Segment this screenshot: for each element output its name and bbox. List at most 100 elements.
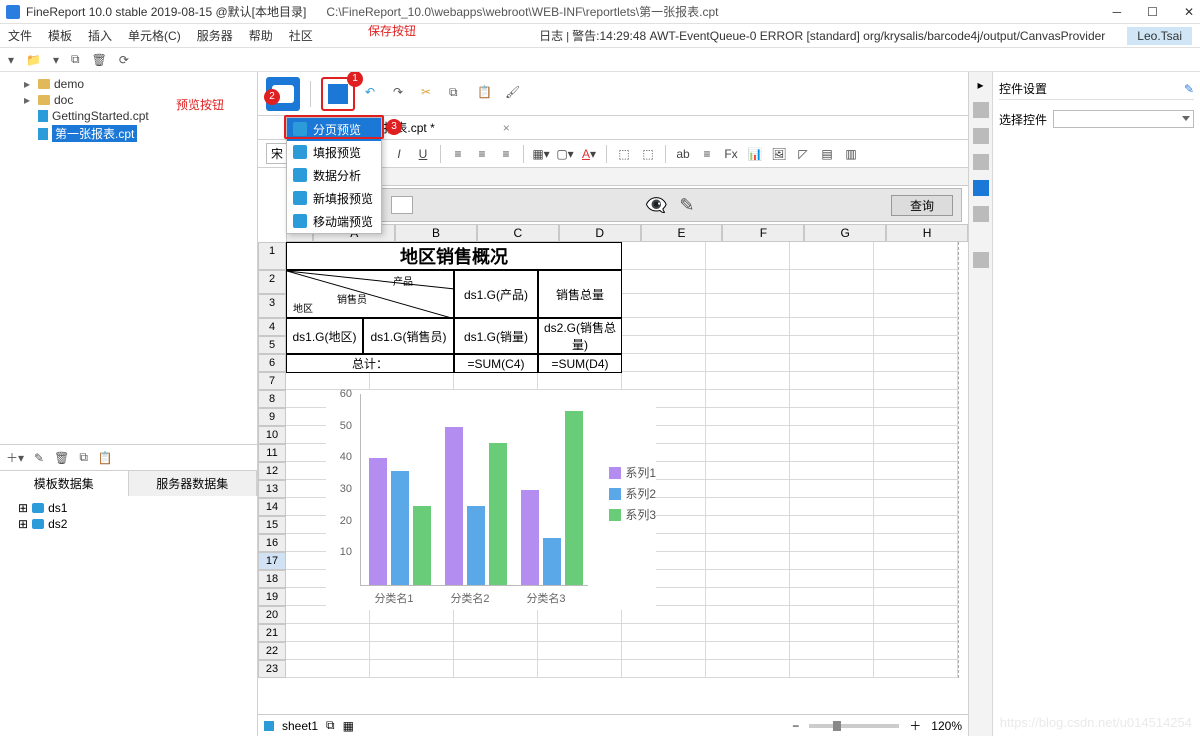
refresh-icon[interactable]: ⟳ (119, 53, 129, 67)
insert-widget-icon[interactable]: ▥ (842, 145, 860, 163)
insert-formula-icon[interactable]: ≡ (698, 145, 716, 163)
dataset-item[interactable]: ⊞ds2 (6, 516, 251, 532)
add-dataset-icon[interactable]: ＋▾ (6, 449, 24, 466)
menu-server[interactable]: 服务器 (197, 27, 233, 44)
menu-file[interactable]: 文件 (8, 27, 32, 44)
delete-icon[interactable]: 🗑 (92, 53, 107, 67)
tree-node-demo[interactable]: ▸demo (6, 76, 251, 92)
row-header[interactable]: 19 (258, 588, 286, 606)
cells-area[interactable]: 地区销售概况 产品 销售员 地区 ds1.G(产品) 销售总量 (286, 242, 958, 678)
row-header[interactable]: 21 (258, 624, 286, 642)
row-header[interactable]: 11 (258, 444, 286, 462)
italic-icon[interactable]: I (390, 145, 408, 163)
embedded-chart[interactable]: 102030405060 系列1系列2系列3 分类名1分类名2分类名3 (326, 390, 656, 610)
menu-cell[interactable]: 单元格(C) (128, 27, 181, 44)
preview-option-mobile[interactable]: 移动端预览 (287, 210, 381, 233)
tree-node-report1[interactable]: 第一张报表.cpt (6, 124, 251, 143)
col-F[interactable]: F (722, 224, 804, 242)
row-header[interactable]: 9 (258, 408, 286, 426)
spreadsheet-grid[interactable]: A B C D E F G H 123456789101112131415161… (258, 224, 968, 736)
paste-toolbar-icon[interactable]: 📋 (477, 85, 495, 103)
insert-slope-icon[interactable]: ◸ (794, 145, 812, 163)
col-H[interactable]: H (886, 224, 968, 242)
edit-param-icon[interactable]: ✎ (679, 195, 694, 216)
row-header[interactable]: 5 (258, 336, 286, 354)
col-D[interactable]: D (559, 224, 641, 242)
menu-template[interactable]: 模板 (48, 27, 72, 44)
align-center-icon[interactable]: ≡ (473, 145, 491, 163)
save-small-icon[interactable]: ▾ (53, 53, 59, 67)
tab-server-dataset[interactable]: 服务器数据集 (129, 471, 258, 496)
row-header[interactable]: 2 (258, 270, 286, 294)
col-C[interactable]: C (477, 224, 559, 242)
sheet-opts-icon[interactable]: ⧉ (326, 718, 335, 733)
row-header[interactable]: 16 (258, 534, 286, 552)
copy-dataset-icon[interactable]: ⧉ (79, 450, 88, 465)
row-header[interactable]: 12 (258, 462, 286, 480)
preview-option-analysis[interactable]: 数据分析 (287, 164, 381, 187)
menu-insert[interactable]: 插入 (88, 27, 112, 44)
copy-toolbar-icon[interactable]: ⧉ (449, 85, 467, 103)
close-button[interactable]: ✕ (1184, 5, 1194, 19)
row-header[interactable]: 13 (258, 480, 286, 498)
insert-richtext-icon[interactable]: Fx (722, 145, 740, 163)
row-header[interactable]: 8 (258, 390, 286, 408)
query-button[interactable]: 查询 (891, 195, 953, 216)
tab-template-dataset[interactable]: 模板数据集 (0, 471, 129, 496)
row-header[interactable]: 7 (258, 372, 286, 390)
menu-community[interactable]: 社区 (289, 27, 313, 44)
insert-text-icon[interactable]: ab (674, 145, 692, 163)
undo-icon[interactable]: ↶ (365, 85, 383, 103)
font-color-icon[interactable]: A▾ (580, 145, 598, 163)
widget-select[interactable] (1053, 110, 1194, 128)
paste-dataset-icon[interactable]: 📋 (98, 451, 113, 465)
zoom-out-icon[interactable]: − (792, 719, 799, 733)
param-field-2[interactable] (391, 196, 413, 214)
pin-icon[interactable]: ✎ (1184, 82, 1194, 96)
maximize-button[interactable]: ☐ (1147, 5, 1158, 19)
delete-dataset-icon[interactable]: 🗑 (54, 451, 69, 465)
sheet-tab[interactable]: sheet1 (282, 719, 318, 733)
row-header[interactable]: 1 (258, 242, 286, 270)
expand-left-icon[interactable]: ▸ (977, 78, 983, 92)
fill-color-icon[interactable]: ▢▾ (556, 145, 574, 163)
row-header[interactable]: 10 (258, 426, 286, 444)
row-header[interactable]: 3 (258, 294, 286, 318)
copy-icon[interactable]: ⧉ (71, 52, 80, 67)
link-icon[interactable] (973, 252, 989, 268)
cut-icon[interactable]: ✂ (421, 85, 439, 103)
row-header[interactable]: 15 (258, 516, 286, 534)
preview-option-form[interactable]: 填报预览 (287, 141, 381, 164)
sheet-add-icon[interactable]: ▦ (343, 719, 354, 733)
open-folder-icon[interactable]: 📁 (26, 53, 41, 67)
merge-icon[interactable]: ⬚ (615, 145, 633, 163)
row-header[interactable]: 18 (258, 570, 286, 588)
border-icon[interactable]: ▦▾ (532, 145, 550, 163)
more-config-icon[interactable] (973, 206, 989, 222)
align-left-icon[interactable]: ≡ (449, 145, 467, 163)
zoom-in-icon[interactable]: ＋ (909, 717, 921, 734)
unmerge-icon[interactable]: ⬚ (639, 145, 657, 163)
row-header[interactable]: 20 (258, 606, 286, 624)
row-header[interactable]: 23 (258, 660, 286, 678)
minimize-button[interactable]: ─ (1113, 5, 1122, 19)
preview-option-newform[interactable]: 新填报预览 (287, 187, 381, 210)
align-right-icon[interactable]: ≡ (497, 145, 515, 163)
tab-close-icon[interactable]: × (503, 121, 510, 135)
visibility-icon[interactable]: 👁‍🗨 (645, 195, 667, 216)
widget-config-icon[interactable] (973, 180, 989, 196)
underline-icon[interactable]: U (414, 145, 432, 163)
row-header[interactable]: 17 (258, 552, 286, 570)
row-header[interactable]: 14 (258, 498, 286, 516)
cond-attr-icon[interactable] (973, 128, 989, 144)
row-header[interactable]: 22 (258, 642, 286, 660)
col-B[interactable]: B (395, 224, 477, 242)
dataset-item[interactable]: ⊞ds1 (6, 500, 251, 516)
user-badge[interactable]: Leo.Tsai (1127, 27, 1192, 45)
zoom-slider[interactable] (809, 724, 899, 728)
insert-subrpt-icon[interactable]: ▤ (818, 145, 836, 163)
col-E[interactable]: E (641, 224, 723, 242)
preview-option-page[interactable]: 分页预览 (287, 118, 381, 141)
format-painter-icon[interactable]: 🖌 (505, 85, 523, 103)
row-header[interactable]: 6 (258, 354, 286, 372)
